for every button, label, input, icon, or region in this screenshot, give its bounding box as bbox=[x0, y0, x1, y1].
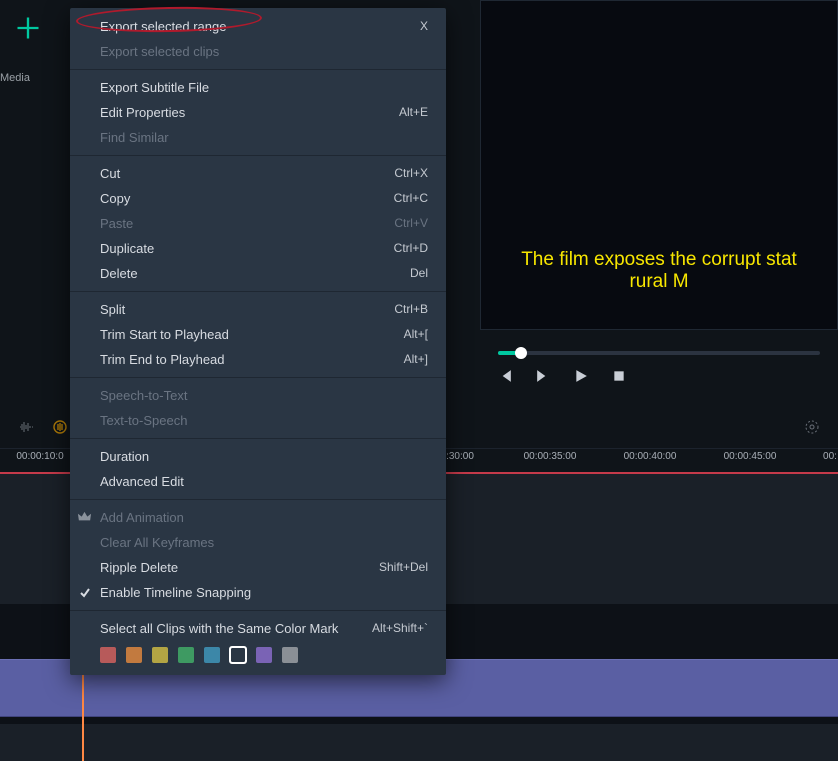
menu-label: Add Animation bbox=[100, 509, 184, 526]
menu-shortcut: Ctrl+B bbox=[394, 301, 428, 318]
menu-label: Trim End to Playhead bbox=[100, 351, 225, 368]
menu-separator bbox=[70, 69, 446, 70]
menu-export-subtitle-file[interactable]: Export Subtitle File bbox=[70, 75, 446, 100]
stop-button[interactable] bbox=[612, 369, 626, 383]
color-swatch[interactable] bbox=[282, 647, 298, 663]
audio-waveform-icon[interactable] bbox=[18, 419, 34, 435]
menu-paste: Paste Ctrl+V bbox=[70, 211, 446, 236]
menu-label: Export selected clips bbox=[100, 43, 219, 60]
menu-separator bbox=[70, 438, 446, 439]
menu-label: Clear All Keyframes bbox=[100, 534, 214, 551]
check-icon bbox=[79, 586, 91, 598]
ruler-tick: 00:00:40:00 bbox=[624, 451, 677, 462]
menu-label: Duplicate bbox=[100, 240, 154, 257]
menu-shortcut: Ctrl+V bbox=[394, 215, 428, 232]
menu-separator bbox=[70, 610, 446, 611]
color-swatch[interactable] bbox=[178, 647, 194, 663]
menu-label: Find Similar bbox=[100, 129, 169, 146]
menu-label: Edit Properties bbox=[100, 104, 185, 121]
menu-separator bbox=[70, 291, 446, 292]
menu-shortcut: Shift+Del bbox=[379, 559, 428, 576]
crown-icon bbox=[77, 510, 92, 524]
menu-label: Ripple Delete bbox=[100, 559, 178, 576]
menu-shortcut: Alt+Shift+` bbox=[372, 620, 428, 637]
marker-icon[interactable] bbox=[52, 419, 68, 435]
menu-enable-snapping[interactable]: Enable Timeline Snapping bbox=[70, 580, 446, 605]
subtitle-overlay: The film exposes the corrupt stat rural … bbox=[481, 249, 837, 293]
menu-label: Text-to-Speech bbox=[100, 412, 187, 429]
menu-add-animation: Add Animation bbox=[70, 505, 446, 530]
ruler-tick: 00:00:35:00 bbox=[524, 451, 577, 462]
menu-label: Speech-to-Text bbox=[100, 387, 187, 404]
color-swatch[interactable] bbox=[100, 647, 116, 663]
menu-export-selected-clips: Export selected clips bbox=[70, 39, 446, 64]
menu-text-to-speech: Text-to-Speech bbox=[70, 408, 446, 433]
menu-shortcut: Del bbox=[410, 265, 428, 282]
menu-shortcut: Ctrl+X bbox=[394, 165, 428, 182]
context-menu: Export selected range X Export selected … bbox=[70, 8, 446, 675]
preview-viewport: The film exposes the corrupt stat rural … bbox=[480, 0, 838, 330]
menu-edit-properties[interactable]: Edit Properties Alt+E bbox=[70, 100, 446, 125]
ruler-tick: 00:00:45:00 bbox=[724, 451, 777, 462]
menu-label: Enable Timeline Snapping bbox=[100, 584, 251, 601]
next-frame-button[interactable] bbox=[536, 369, 550, 383]
menu-label: Split bbox=[100, 301, 125, 318]
menu-label: Paste bbox=[100, 215, 133, 232]
media-tab-label[interactable]: Media bbox=[0, 72, 30, 84]
menu-label: Delete bbox=[100, 265, 138, 282]
ruler-tick: 00: bbox=[823, 451, 837, 462]
player-controls bbox=[480, 335, 838, 395]
seek-thumb[interactable] bbox=[515, 347, 527, 359]
menu-label: Export selected range bbox=[100, 18, 226, 35]
menu-export-selected-range[interactable]: Export selected range X bbox=[70, 14, 446, 39]
menu-shortcut: Alt+[ bbox=[404, 326, 428, 343]
menu-shortcut: Ctrl+C bbox=[394, 190, 428, 207]
menu-copy[interactable]: Copy Ctrl+C bbox=[70, 186, 446, 211]
menu-clear-keyframes: Clear All Keyframes bbox=[70, 530, 446, 555]
menu-label: Cut bbox=[100, 165, 120, 182]
play-button[interactable] bbox=[574, 369, 588, 383]
add-media-button[interactable] bbox=[10, 10, 46, 46]
menu-separator bbox=[70, 377, 446, 378]
menu-shortcut: Ctrl+D bbox=[394, 240, 428, 257]
menu-label: Trim Start to Playhead bbox=[100, 326, 229, 343]
color-swatch[interactable] bbox=[256, 647, 272, 663]
menu-separator bbox=[70, 155, 446, 156]
ruler-tick: :30:00 bbox=[446, 451, 474, 462]
menu-duplicate[interactable]: Duplicate Ctrl+D bbox=[70, 236, 446, 261]
menu-shortcut: X bbox=[420, 18, 428, 35]
menu-duration[interactable]: Duration bbox=[70, 444, 446, 469]
menu-shortcut: Alt+] bbox=[404, 351, 428, 368]
menu-label: Duration bbox=[100, 448, 149, 465]
menu-trim-start[interactable]: Trim Start to Playhead Alt+[ bbox=[70, 322, 446, 347]
menu-label: Export Subtitle File bbox=[100, 79, 209, 96]
color-swatch-row bbox=[70, 641, 446, 669]
menu-ripple-delete[interactable]: Ripple Delete Shift+Del bbox=[70, 555, 446, 580]
menu-cut[interactable]: Cut Ctrl+X bbox=[70, 161, 446, 186]
menu-split[interactable]: Split Ctrl+B bbox=[70, 297, 446, 322]
menu-shortcut: Alt+E bbox=[399, 104, 428, 121]
seek-bar[interactable] bbox=[498, 351, 820, 355]
menu-advanced-edit[interactable]: Advanced Edit bbox=[70, 469, 446, 494]
prev-frame-button[interactable] bbox=[498, 369, 512, 383]
color-swatch[interactable] bbox=[126, 647, 142, 663]
settings-icon[interactable] bbox=[804, 419, 820, 435]
menu-separator bbox=[70, 499, 446, 500]
menu-label: Advanced Edit bbox=[100, 473, 184, 490]
color-swatch-selected[interactable] bbox=[230, 647, 246, 663]
color-swatch[interactable] bbox=[152, 647, 168, 663]
menu-delete[interactable]: Delete Del bbox=[70, 261, 446, 286]
menu-find-similar: Find Similar bbox=[70, 125, 446, 150]
menu-speech-to-text: Speech-to-Text bbox=[70, 383, 446, 408]
ruler-tick: 00:00:10:0 bbox=[16, 451, 63, 462]
menu-label: Select all Clips with the Same Color Mar… bbox=[100, 620, 338, 637]
menu-label: Copy bbox=[100, 190, 130, 207]
menu-select-same-color[interactable]: Select all Clips with the Same Color Mar… bbox=[70, 616, 446, 641]
menu-trim-end[interactable]: Trim End to Playhead Alt+] bbox=[70, 347, 446, 372]
color-swatch[interactable] bbox=[204, 647, 220, 663]
